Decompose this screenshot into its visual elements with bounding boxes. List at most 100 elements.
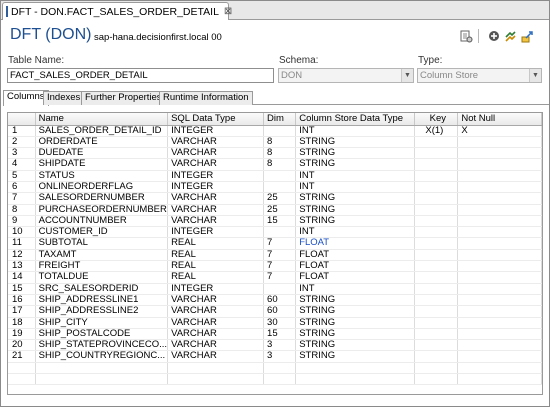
cell-column-store-data-type[interactable]: STRING xyxy=(295,158,416,171)
cell-key[interactable] xyxy=(414,215,459,228)
cell-column-name[interactable]: ORDERDATE xyxy=(35,136,169,149)
cell-column-store-data-type[interactable]: STRING xyxy=(295,294,416,307)
cell-row-index[interactable]: 9 xyxy=(8,215,36,228)
table-row[interactable]: 20 SHIP_STATEPROVINCECO... VARCHAR 3 STRING xyxy=(8,339,542,352)
cell-column-name[interactable]: SHIP_ADDRESSLINE2 xyxy=(35,305,169,318)
cell-row-index[interactable]: 17 xyxy=(8,305,36,318)
cell-column-name[interactable]: SHIP_CITY xyxy=(35,317,169,329)
cell-sql-data-type[interactable]: INTEGER xyxy=(167,283,265,295)
cell-column-store-data-type[interactable]: INT xyxy=(295,226,416,239)
cell-dim[interactable]: 7 xyxy=(263,249,297,262)
cell-not-null[interactable] xyxy=(457,249,542,262)
cell-column-store-data-type[interactable]: FLOAT xyxy=(295,271,416,284)
cell-row-index[interactable]: 8 xyxy=(8,204,36,216)
cell-dim[interactable]: 25 xyxy=(263,204,297,216)
column-header-sql-data-type[interactable]: SQL Data Type xyxy=(167,113,265,126)
column-header-not-null[interactable]: Not Null xyxy=(457,113,542,126)
cell-row-index[interactable]: 5 xyxy=(8,170,36,182)
cell-not-null[interactable] xyxy=(457,271,542,284)
cell-row-index[interactable]: 16 xyxy=(8,294,36,307)
cell-row-index[interactable]: 13 xyxy=(8,260,36,273)
cell-sql-data-type[interactable]: VARCHAR xyxy=(167,350,265,363)
cell-not-null[interactable] xyxy=(457,181,542,194)
cell-sql-data-type[interactable]: INTEGER xyxy=(167,170,265,182)
cell-column-name[interactable]: ACCOUNTNUMBER xyxy=(35,215,169,228)
cell-sql-data-type[interactable]: REAL xyxy=(167,271,265,284)
cell-sql-data-type[interactable]: VARCHAR xyxy=(167,317,265,329)
cell-dim[interactable]: 60 xyxy=(263,305,297,318)
cell-dim[interactable] xyxy=(263,226,297,239)
cell-sql-data-type[interactable]: REAL xyxy=(167,260,265,273)
cell-dim[interactable]: 7 xyxy=(263,271,297,284)
cell-column-name[interactable]: SALES_ORDER_DETAIL_ID xyxy=(35,125,169,137)
cell-column-name[interactable]: DUEDATE xyxy=(35,147,169,160)
cell-sql-data-type[interactable]: INTEGER xyxy=(167,181,265,194)
cell-key[interactable] xyxy=(414,204,459,216)
cell-column-store-data-type[interactable]: STRING xyxy=(295,192,416,205)
column-header-dim[interactable]: Dim xyxy=(263,113,297,126)
table-row[interactable]: 16 SHIP_ADDRESSLINE1 VARCHAR 60 STRING xyxy=(8,294,542,307)
table-row[interactable]: 7 SALESORDERNUMBER VARCHAR 25 STRING xyxy=(8,192,542,205)
column-header-name[interactable]: Name xyxy=(35,113,169,126)
cell-column-store-data-type[interactable]: INT xyxy=(295,170,416,182)
cell-not-null[interactable] xyxy=(457,147,542,160)
cell-sql-data-type[interactable]: INTEGER xyxy=(167,125,265,137)
cell-dim[interactable]: 15 xyxy=(263,328,297,341)
cell-column-name[interactable]: ONLINEORDERFLAG xyxy=(35,181,169,194)
cell-column-store-data-type[interactable]: STRING xyxy=(295,317,416,329)
column-header-key[interactable]: Key xyxy=(414,113,459,126)
cell-not-null[interactable] xyxy=(457,192,542,205)
cell-sql-data-type[interactable]: VARCHAR xyxy=(167,328,265,341)
close-icon[interactable]: ⊠ xyxy=(224,6,232,17)
cell-key[interactable] xyxy=(414,136,459,149)
cell-sql-data-type[interactable]: VARCHAR xyxy=(167,294,265,307)
cell-sql-data-type[interactable]: REAL xyxy=(167,237,265,250)
column-header-column-store-data-type[interactable]: Column Store Data Type xyxy=(295,113,416,126)
table-row[interactable]: 13 FREIGHT REAL 7 FLOAT xyxy=(8,260,542,273)
cell-column-store-data-type[interactable]: STRING xyxy=(295,350,416,363)
cell-dim[interactable]: 3 xyxy=(263,350,297,363)
cell-key[interactable] xyxy=(414,350,459,363)
cell-key[interactable] xyxy=(414,181,459,194)
cell-dim[interactable]: 7 xyxy=(263,237,297,250)
cell-column-store-data-type[interactable]: STRING xyxy=(295,215,416,228)
cell-not-null[interactable] xyxy=(457,339,542,352)
cell-column-store-data-type[interactable]: INT xyxy=(295,181,416,194)
cell-row-index[interactable]: 1 xyxy=(8,125,36,137)
cell-column-store-data-type[interactable]: STRING xyxy=(295,328,416,341)
cell-dim[interactable]: 3 xyxy=(263,339,297,352)
table-name-field[interactable]: FACT_SALES_ORDER_DETAIL xyxy=(7,68,274,83)
cell-key[interactable] xyxy=(414,170,459,182)
export-icon[interactable] xyxy=(520,29,534,43)
cell-key[interactable] xyxy=(414,192,459,205)
table-row[interactable]: 17 SHIP_ADDRESSLINE2 VARCHAR 60 STRING xyxy=(8,305,542,318)
cell-not-null[interactable] xyxy=(457,226,542,239)
cell-dim[interactable] xyxy=(263,181,297,194)
cell-row-index[interactable]: 11 xyxy=(8,237,36,250)
add-icon[interactable] xyxy=(487,29,501,43)
cell-sql-data-type[interactable]: VARCHAR xyxy=(167,204,265,216)
cell-sql-data-type[interactable]: VARCHAR xyxy=(167,215,265,228)
cell-key[interactable] xyxy=(414,237,459,250)
cell-column-store-data-type[interactable]: STRING xyxy=(295,305,416,318)
cell-row-index[interactable]: 12 xyxy=(8,249,36,262)
cell-column-store-data-type[interactable]: STRING xyxy=(295,136,416,149)
cell-not-null[interactable] xyxy=(457,260,542,273)
cell-dim[interactable]: 7 xyxy=(263,260,297,273)
cell-dim[interactable]: 25 xyxy=(263,192,297,205)
cell-row-index[interactable]: 6 xyxy=(8,181,36,194)
cell-dim[interactable]: 15 xyxy=(263,215,297,228)
cell-row-index[interactable]: 20 xyxy=(8,339,36,352)
cell-key[interactable] xyxy=(414,271,459,284)
cell-column-name[interactable]: CUSTOMER_ID xyxy=(35,226,169,239)
table-row[interactable]: 1 SALES_ORDER_DETAIL_ID INTEGER INT X(1) X xyxy=(8,125,542,137)
cell-row-index[interactable]: 10 xyxy=(8,226,36,239)
cell-dim[interactable]: 8 xyxy=(263,136,297,149)
cell-key[interactable] xyxy=(414,328,459,341)
cell-key[interactable] xyxy=(414,249,459,262)
table-row[interactable]: 10 CUSTOMER_ID INTEGER INT xyxy=(8,226,542,239)
cell-sql-data-type[interactable]: VARCHAR xyxy=(167,136,265,149)
cell-sql-data-type[interactable]: INTEGER xyxy=(167,226,265,239)
table-row[interactable]: 11 SUBTOTAL REAL 7 FLOAT xyxy=(8,237,542,250)
cell-column-store-data-type[interactable]: INT xyxy=(295,125,416,137)
